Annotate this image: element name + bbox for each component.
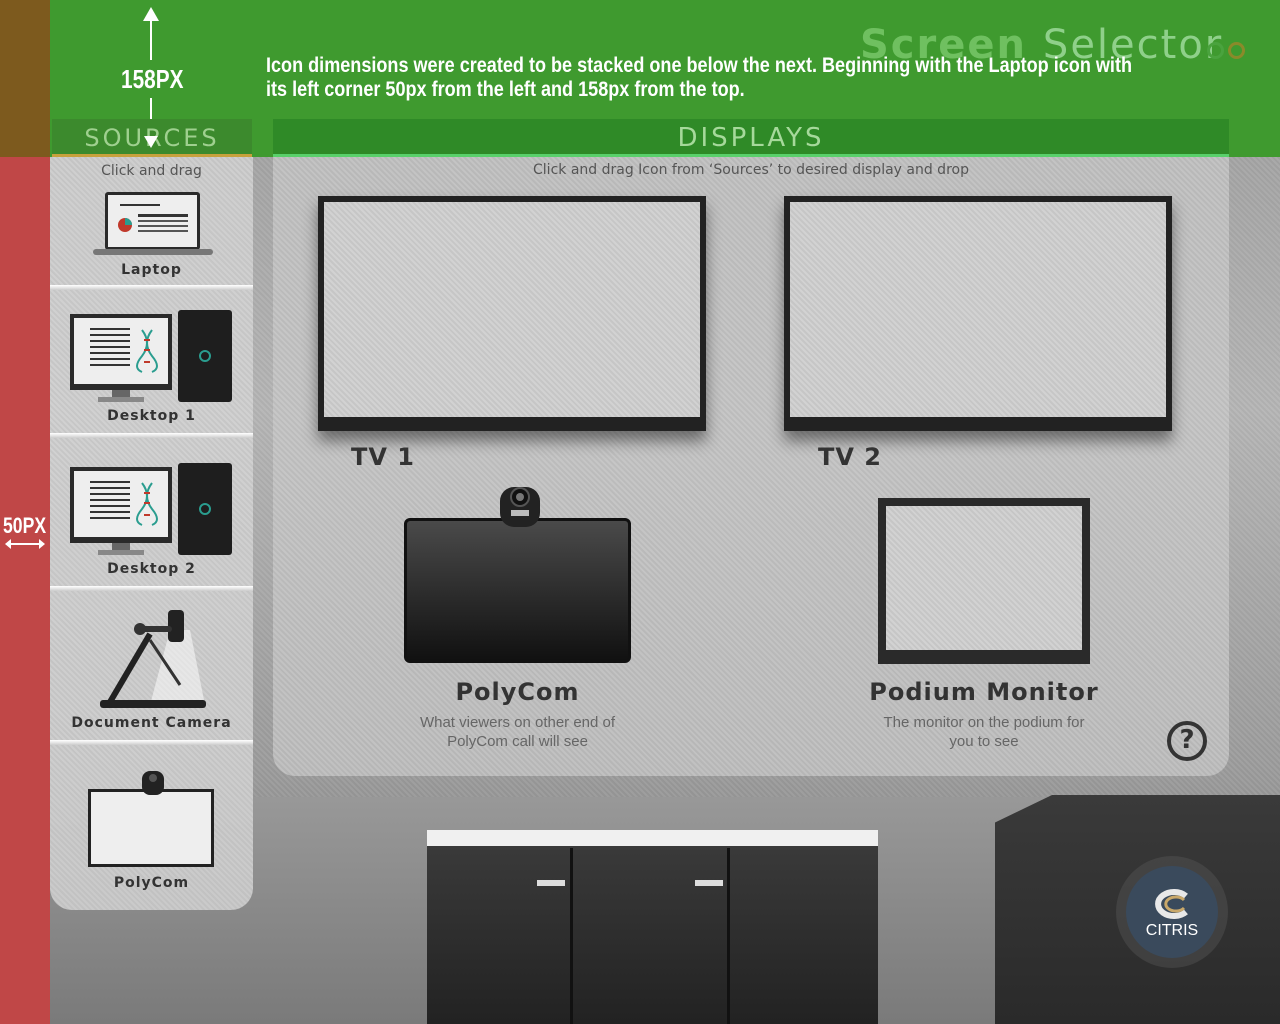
laptop-icon: [93, 192, 213, 255]
source-label: PolyCom: [113, 875, 190, 891]
display-polycom[interactable]: [404, 518, 631, 663]
description-line: What viewers on other end of: [419, 714, 616, 731]
description-line: you to see: [949, 733, 1019, 750]
document-camera-icon: [100, 610, 206, 708]
source-label: Document Camera: [71, 715, 232, 731]
source-divider: [50, 433, 253, 438]
source-divider: [50, 740, 253, 745]
podium-display-title: Podium Monitor: [869, 678, 1099, 706]
corner-block: [0, 0, 50, 157]
source-label: Desktop 2: [107, 561, 196, 577]
citris-logo-text: CITRIS: [1145, 922, 1199, 939]
room-desk-top: [427, 830, 878, 846]
left-offset-label: 50PX: [3, 513, 47, 538]
displays-heading: DISPLAYS: [677, 123, 825, 153]
source-divider: [50, 586, 253, 591]
desktop-icon: [70, 310, 232, 402]
room-desk: [427, 830, 878, 1024]
displays-header: DISPLAYS: [273, 119, 1229, 157]
display-podium-monitor[interactable]: [878, 498, 1090, 664]
arrow-down-icon: [144, 136, 158, 148]
sources-panel: Click and drag Laptop Desktop 1 Desktop …: [50, 157, 253, 910]
left-offset-strip: [0, 157, 50, 1024]
tv-1-label: TV 1: [351, 443, 415, 471]
dimension-line: [150, 18, 152, 60]
description-line: PolyCom call will see: [447, 733, 588, 750]
annotation-note-line: its left corner 50px from the left and 1…: [266, 78, 745, 101]
source-desktop-2[interactable]: Desktop 2: [50, 460, 253, 580]
top-offset-label: 158PX: [121, 64, 184, 94]
source-divider: [50, 285, 253, 290]
polycom-display-description: What viewers on other end of PolyCom cal…: [390, 713, 645, 751]
annotation-note-line: Icon dimensions were created to be stack…: [266, 54, 1132, 77]
polycom-icon: [88, 771, 214, 867]
arrow-horizontal-icon: [5, 539, 45, 549]
citris-logo: CITRIS: [1116, 856, 1228, 968]
source-label: Laptop: [121, 262, 182, 278]
title-dots-icon: [1207, 42, 1249, 60]
citris-swirl-icon: [1155, 889, 1188, 919]
tv-2-label: TV 2: [818, 443, 882, 471]
polycom-camera-icon: [500, 487, 540, 527]
description-line: The monitor on the podium for: [883, 714, 1085, 731]
source-document-camera[interactable]: Document Camera: [50, 610, 253, 740]
podium-display-description: The monitor on the podium for you to see: [860, 713, 1108, 751]
sources-hint: Click and drag: [101, 163, 202, 179]
help-icon[interactable]: ?: [1167, 721, 1207, 761]
source-desktop-1[interactable]: Desktop 1: [50, 307, 253, 427]
source-polycom[interactable]: PolyCom: [50, 764, 253, 894]
display-tv-1[interactable]: [318, 196, 706, 431]
display-tv-2[interactable]: [784, 196, 1172, 431]
source-laptop[interactable]: Laptop: [50, 192, 253, 287]
annotation-note: Icon dimensions were created to be stack…: [266, 54, 1132, 102]
displays-hint: Click and drag Icon from ‘Sources’ to de…: [533, 162, 969, 178]
polycom-display-title: PolyCom: [455, 678, 580, 706]
source-label: Desktop 1: [107, 408, 196, 424]
desktop-icon: [70, 463, 232, 555]
